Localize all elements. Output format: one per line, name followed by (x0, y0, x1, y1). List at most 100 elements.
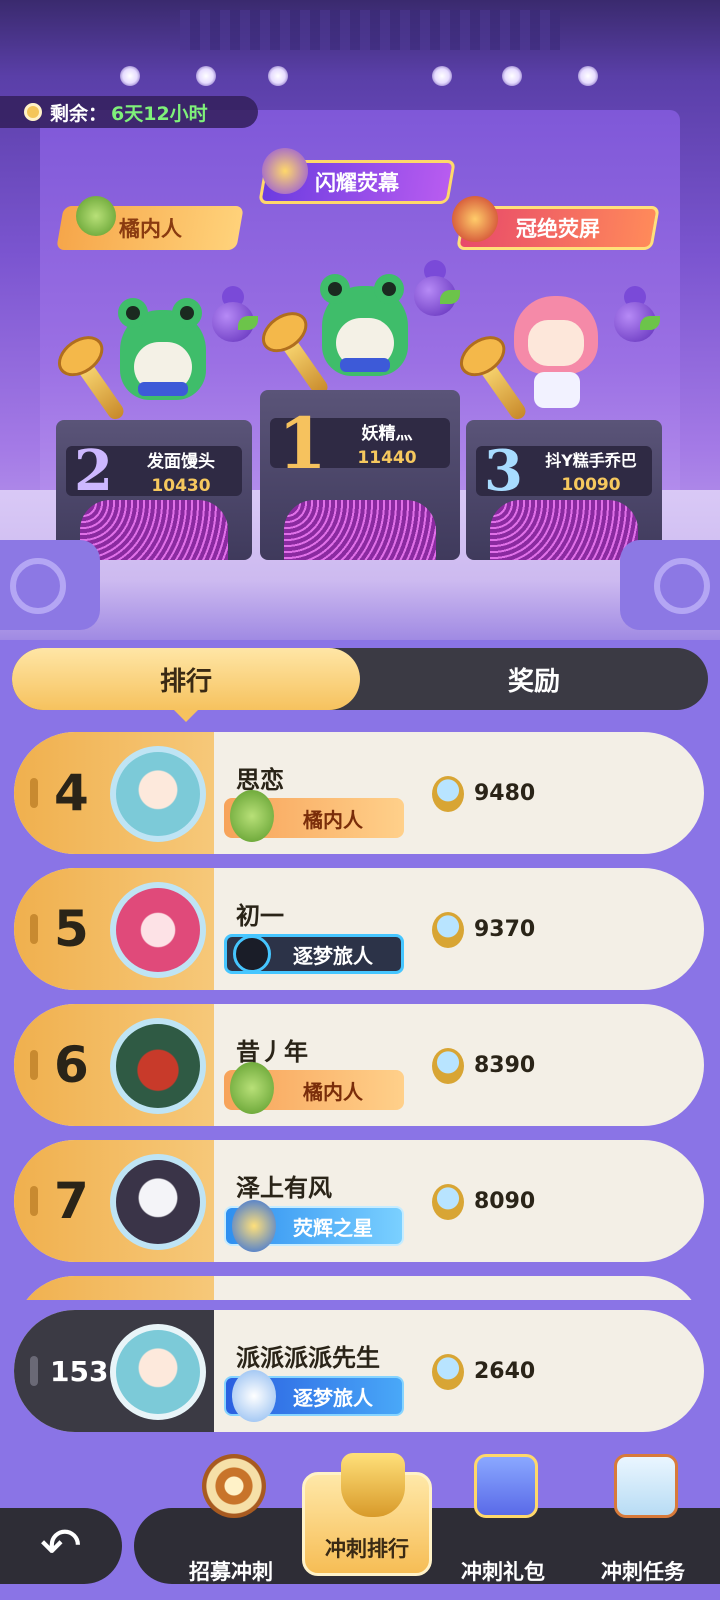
spotlight (196, 66, 216, 86)
nav-sprint-ranking[interactable]: 冲刺排行 (302, 1453, 432, 1576)
podium-1-avatar[interactable] (302, 256, 422, 386)
remaining-time-label: 剩余： (50, 102, 108, 125)
podium-second: 2 发面馒头 10430 (56, 420, 252, 560)
coin-icon (432, 1184, 464, 1220)
speaker-left (0, 540, 100, 630)
nav-sprint-gift[interactable]: 冲刺礼包 (438, 1454, 568, 1600)
podium-name: 妖精灬 (361, 423, 413, 444)
rank-number: 4 (54, 764, 89, 822)
gourd-icon (412, 260, 460, 316)
nav-label: 招募冲刺 (189, 1560, 273, 1584)
tab-rewards[interactable]: 奖励 (360, 648, 708, 710)
my-rank-number: 153 (50, 1354, 109, 1388)
podium-grille (80, 500, 228, 560)
gourd-icon (210, 286, 258, 342)
coin-icon (432, 912, 464, 948)
player-name: 初一 (236, 902, 284, 930)
remaining-time: 剩余： 6天12小时 (0, 96, 258, 128)
gourd-emblem-icon (76, 196, 116, 236)
spotlight (432, 66, 452, 86)
my-title-badge: 逐梦旅人 (224, 1370, 404, 1422)
gourd-icon (612, 286, 660, 342)
podium-rank: 3 (484, 438, 523, 504)
bottom-nav: ↶ 招募冲刺 冲刺排行 冲刺礼包 冲刺任务 (0, 1453, 720, 1600)
target-dart-icon (202, 1454, 266, 1518)
nav-label: 冲刺任务 (601, 1560, 685, 1584)
nav-sprint-tasks[interactable]: 冲刺任务 (578, 1454, 708, 1600)
banner-middle-label: 闪耀荧幕 (315, 171, 399, 195)
avatar[interactable] (110, 746, 206, 842)
nav-label: 冲刺礼包 (461, 1560, 545, 1584)
title-badge-label: 荧辉之星 (293, 1215, 373, 1240)
my-rank-row[interactable]: 153 派派派派先生 逐梦旅人 2640 (14, 1310, 704, 1432)
podium-first: 1 妖精灬 11440 (260, 390, 460, 560)
podium-plate: 1 妖精灬 11440 (270, 402, 450, 485)
podium-score: 10090 (561, 475, 621, 495)
speaker-right (620, 540, 720, 630)
title-badge: 橘内人 (224, 1062, 404, 1114)
spotlight (578, 66, 598, 86)
avatar[interactable] (110, 882, 206, 978)
podium-name: 抖Y糕手乔巴 (545, 451, 637, 470)
podium-grille (490, 500, 638, 560)
ranking-row[interactable]: 4 思恋 橘内人 9480 (14, 732, 704, 854)
my-name: 派派派派先生 (236, 1344, 380, 1372)
gourd-icon (230, 790, 274, 842)
avatar[interactable] (110, 1154, 206, 1250)
gourd-icon (230, 1062, 274, 1114)
title-badge-label: 逐梦旅人 (293, 943, 373, 968)
snowman-icon (232, 1370, 276, 1422)
bird-emblem-icon (262, 148, 308, 194)
ranking-row-partial[interactable] (14, 1276, 704, 1300)
podium-score: 10430 (151, 475, 211, 496)
clipboard-icon (614, 1454, 678, 1518)
nav-label: 冲刺排行 (325, 1537, 409, 1561)
banner-right-label: 冠绝荧屏 (516, 217, 600, 241)
score-value: 8090 (474, 1189, 536, 1214)
winged-star-icon (232, 1200, 276, 1252)
score-value: 9370 (474, 917, 536, 942)
spotlight (502, 66, 522, 86)
title-badge: 逐梦旅人 (224, 934, 404, 974)
gift-box-icon (474, 1454, 538, 1518)
title-badge-label: 橘内人 (303, 1079, 363, 1104)
my-score-value: 2640 (474, 1359, 536, 1384)
title-badge: 荧辉之星 (224, 1200, 404, 1252)
nav-recruit-sprint[interactable]: 招募冲刺 (166, 1454, 296, 1600)
podium-rank: 1 (278, 401, 327, 485)
stage-area: 橘内人 闪耀荧幕 冠绝荧屏 2 发面馒头 10430 1 妖精灬 11440 3… (0, 0, 720, 640)
podium-rank: 2 (74, 438, 113, 504)
ranking-row[interactable]: 5 初一 逐梦旅人 9370 (14, 868, 704, 990)
player-name: 泽上有风 (236, 1174, 332, 1202)
back-button[interactable]: ↶ (0, 1508, 122, 1584)
coin-icon (432, 1048, 464, 1084)
podium-2-avatar[interactable] (100, 280, 220, 410)
my-avatar[interactable] (110, 1324, 206, 1420)
podium-grille (284, 500, 436, 560)
ranking-row[interactable]: 6 昔丿年 橘内人 8390 (14, 1004, 704, 1126)
clock-icon (24, 103, 42, 121)
rank-number: 6 (54, 1036, 89, 1094)
podium-name: 发面馒头 (147, 451, 215, 472)
my-title-badge-label: 逐梦旅人 (293, 1385, 373, 1410)
ranking-row[interactable]: 7 泽上有风 荧辉之星 8090 (14, 1140, 704, 1262)
rank-pill (14, 1276, 214, 1300)
tab-ranking[interactable]: 排行 (12, 648, 360, 722)
coin-icon (432, 776, 464, 812)
banner-left-label: 橘内人 (118, 217, 182, 241)
podium-plate: 2 发面馒头 10430 (66, 438, 242, 504)
avatar[interactable] (110, 1018, 206, 1114)
tiktok-icon (233, 935, 271, 973)
podium-score: 11440 (357, 447, 417, 468)
ranking-list[interactable]: 4 思恋 橘内人 9480 5 初一 逐梦旅人 9370 6 昔丿年 橘内人 8… (0, 728, 720, 1300)
tab-bar: 排行 奖励 (12, 648, 708, 722)
spotlight (120, 66, 140, 86)
beast-emblem-icon (452, 196, 498, 242)
rank-number: 5 (54, 900, 89, 958)
back-arrow-icon: ↶ (40, 1517, 82, 1575)
coin-icon (432, 1354, 464, 1390)
score-value: 9480 (474, 781, 536, 806)
remaining-time-value: 6天12小时 (111, 102, 208, 125)
player-name: 思恋 (236, 766, 284, 794)
stage-truss (180, 10, 560, 50)
